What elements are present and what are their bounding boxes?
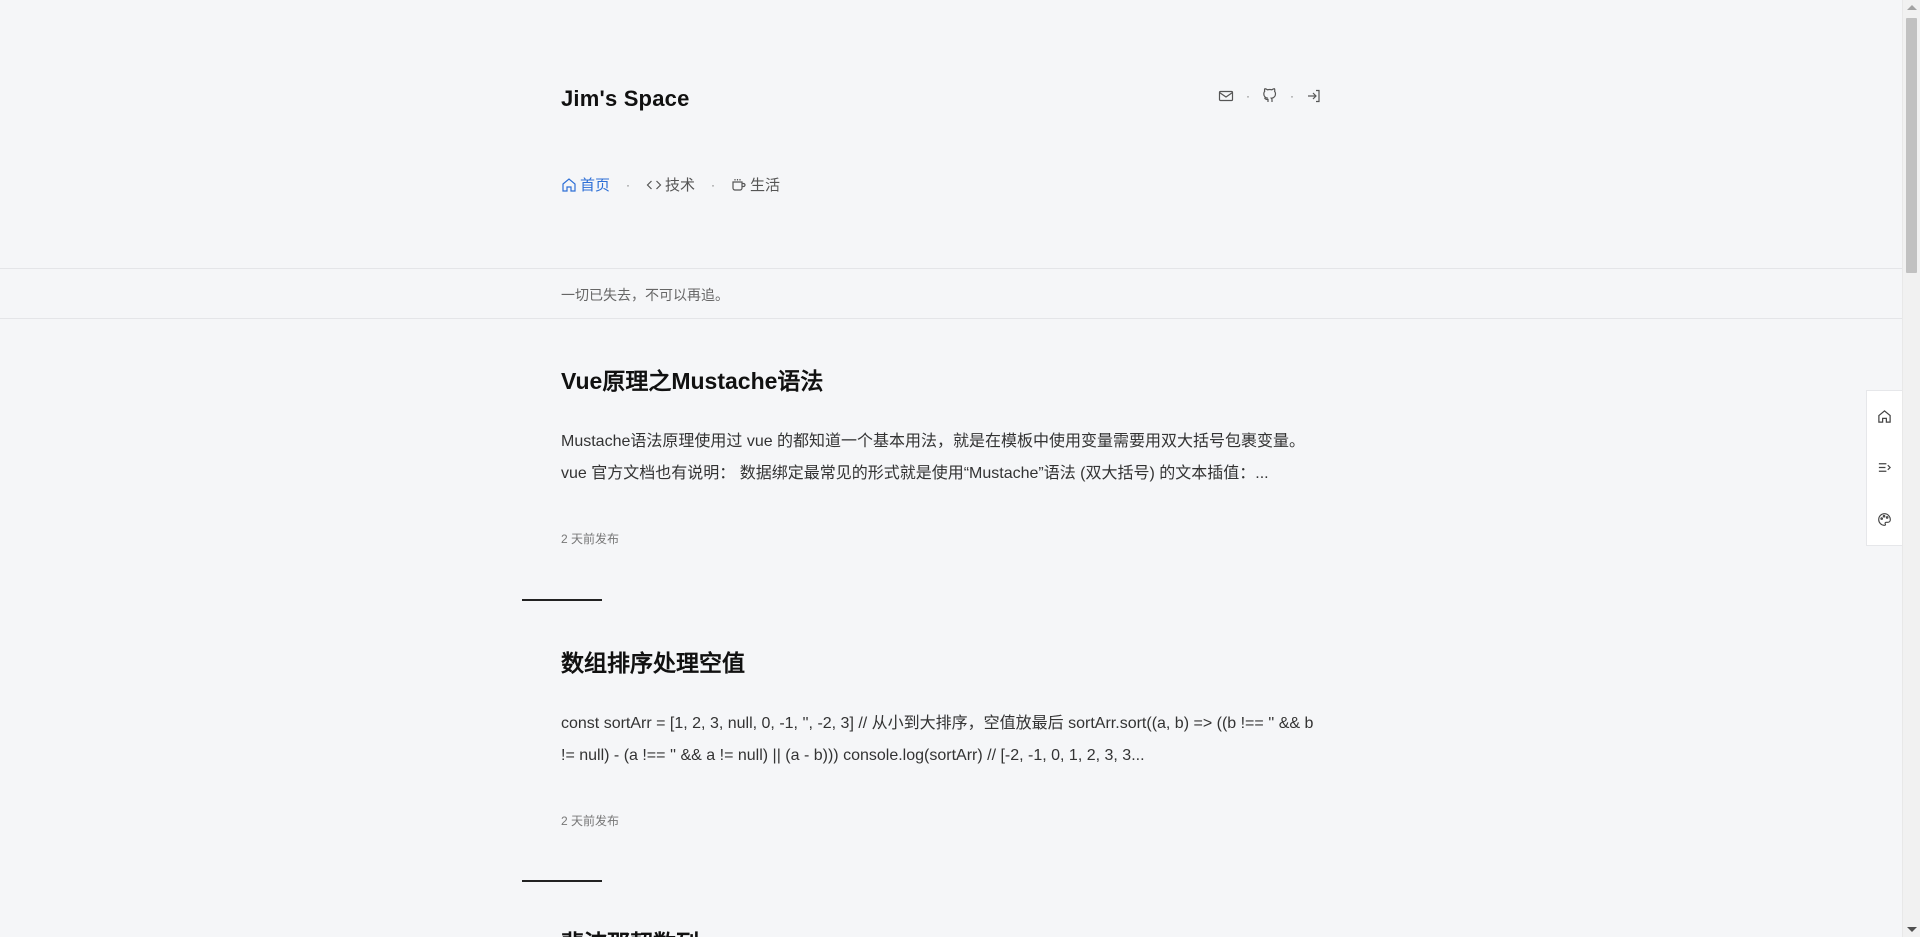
login-icon[interactable] (1304, 86, 1324, 106)
post-excerpt: Mustache语法原理使用过 vue 的都知道一个基本用法，就是在模板中使用变… (561, 433, 1306, 482)
scroll-down-arrow-icon[interactable] (1907, 927, 1917, 932)
nav-item-label: 首页 (580, 177, 611, 194)
post-item: 数组排序处理空值 const sortArr = [1, 2, 3, null,… (561, 644, 1331, 829)
nav-item-label: 技术 (665, 177, 696, 194)
coffee-icon (732, 178, 746, 191)
separator-dot: · (1290, 89, 1294, 103)
post-item: 斐波那契数列 (561, 924, 1331, 937)
home-icon (562, 177, 576, 192)
post-title[interactable]: 数组排序处理空值 (561, 644, 1331, 678)
post-item: Vue原理之Mustache语法 Mustache语法原理使用过 vue 的都知… (561, 362, 1331, 547)
scroll-up-arrow-icon[interactable] (1907, 5, 1917, 10)
tagline-band: 一切已失去，不可以再追。 (0, 268, 1902, 319)
toc-icon[interactable] (1875, 458, 1895, 478)
post-excerpt: const sortArr = [1, 2, 3, null, 0, -1, '… (561, 715, 1314, 764)
site-title[interactable]: Jim's Space (561, 86, 690, 112)
separator-dot: · (711, 177, 716, 192)
nav-item-home[interactable]: 首页 (561, 174, 610, 195)
main-nav: 首页 · 技术 · 生活 (561, 174, 780, 195)
tagline: 一切已失去，不可以再追。 (561, 287, 729, 303)
post-divider (522, 880, 602, 882)
nav-item-label: 生活 (750, 177, 781, 194)
scrollbar-thumb[interactable] (1906, 18, 1917, 273)
code-icon (646, 180, 662, 189)
post-date: 2 天前发布 (561, 814, 620, 828)
page: Jim's Space · · 首页 · 技术 · 生活 一切已失去，不可以再追… (0, 0, 1920, 937)
post-title[interactable]: 斐波那契数列 (561, 924, 1331, 937)
mail-icon[interactable] (1216, 86, 1236, 106)
separator-dot: · (1246, 89, 1250, 103)
nav-item-tech[interactable]: 技术 (646, 174, 695, 195)
post-title[interactable]: Vue原理之Mustache语法 (561, 362, 1331, 396)
header-icons: · · (1216, 86, 1324, 106)
separator-dot: · (626, 177, 631, 192)
scrollbar[interactable] (1902, 0, 1920, 937)
post-divider (522, 599, 602, 601)
github-icon[interactable] (1260, 86, 1280, 106)
home-icon[interactable] (1875, 407, 1895, 427)
palette-icon[interactable] (1875, 509, 1895, 529)
float-toolbar (1866, 390, 1902, 546)
post-date: 2 天前发布 (561, 532, 620, 546)
nav-item-life[interactable]: 生活 (731, 174, 780, 195)
